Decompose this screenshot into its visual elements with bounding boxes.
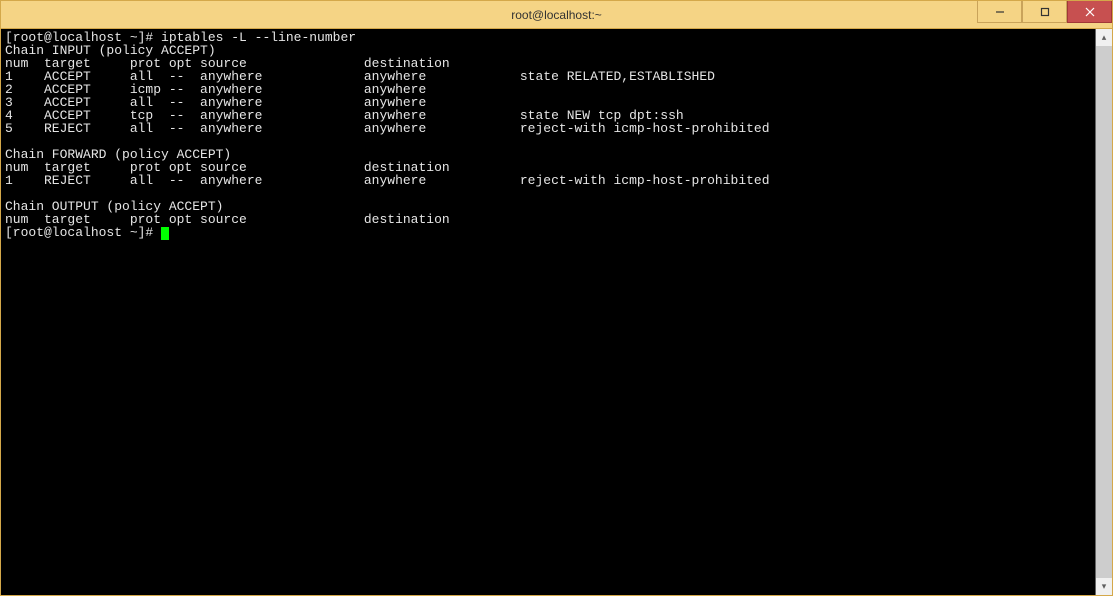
scrollbar[interactable]: ▴ ▾ [1095, 29, 1112, 595]
terminal-window: root@localhost:~ [root@localhost ~]# ipt… [0, 0, 1113, 596]
scroll-thumb[interactable] [1096, 46, 1112, 578]
close-icon [1085, 7, 1095, 17]
window-controls [977, 1, 1112, 28]
close-button[interactable] [1067, 1, 1112, 23]
scroll-down-icon[interactable]: ▾ [1096, 578, 1112, 595]
scroll-track[interactable] [1096, 46, 1112, 578]
cursor [161, 227, 169, 240]
minimize-icon [995, 7, 1005, 17]
terminal-area: [root@localhost ~]# iptables -L --line-n… [1, 29, 1112, 595]
terminal-output[interactable]: [root@localhost ~]# iptables -L --line-n… [1, 29, 1095, 595]
scroll-up-icon[interactable]: ▴ [1096, 29, 1112, 46]
window-title: root@localhost:~ [511, 8, 602, 22]
minimize-button[interactable] [977, 1, 1022, 23]
maximize-icon [1040, 7, 1050, 17]
titlebar[interactable]: root@localhost:~ [1, 1, 1112, 29]
maximize-button[interactable] [1022, 1, 1067, 23]
